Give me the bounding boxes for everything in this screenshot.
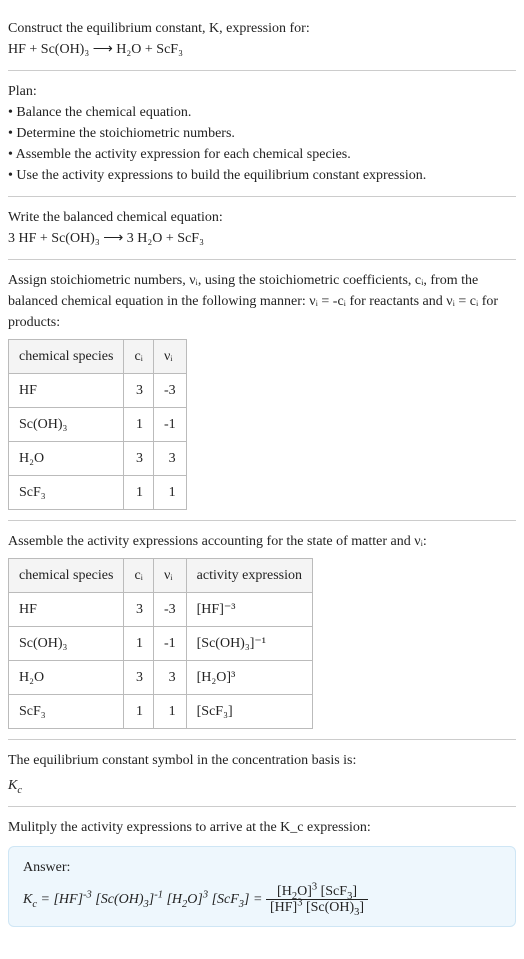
- table-row: H₂O 3 3 [H₂O]³: [9, 661, 313, 695]
- col-v: νᵢ: [153, 559, 186, 593]
- answer-expression: Kc = [HF]-3 [Sc(OH)3]-1 [H2O]3 [ScF3] = …: [23, 884, 501, 916]
- multiply-text: Mulitply the activity expressions to arr…: [8, 817, 516, 838]
- answer-label: Answer:: [23, 857, 501, 878]
- cell-v: 1: [153, 695, 186, 729]
- cell-activity-expression: [H₂O]³: [186, 661, 312, 695]
- multiply-section: Mulitply the activity expressions to arr…: [8, 807, 516, 937]
- plan-item: • Assemble the activity expression for e…: [8, 144, 516, 165]
- cell-c: 1: [124, 408, 154, 442]
- cell-v: 3: [153, 661, 186, 695]
- k-symbol-text: The equilibrium constant symbol in the c…: [8, 750, 516, 771]
- cell-c: 3: [124, 442, 154, 476]
- col-v: νᵢ: [153, 340, 186, 374]
- plan-item: • Determine the stoichiometric numbers.: [8, 123, 516, 144]
- cell-activity-expression: [Sc(OH)₃]⁻¹: [186, 627, 312, 661]
- plan-item: • Balance the chemical equation.: [8, 102, 516, 123]
- cell-v: -3: [153, 593, 186, 627]
- cell-v: -3: [153, 374, 186, 408]
- activity-table: chemical species cᵢ νᵢ activity expressi…: [8, 558, 313, 729]
- table-row: Sc(OH)₃ 1 -1 [Sc(OH)₃]⁻¹: [9, 627, 313, 661]
- answer-fraction: [H2O]3 [ScF3] [HF]3 [Sc(OH)3]: [266, 884, 368, 916]
- answer-left: Kc = [HF]-3 [Sc(OH)3]-1 [H2O]3 [ScF3] =: [23, 892, 266, 907]
- k-symbol-section: The equilibrium constant symbol in the c…: [8, 740, 516, 807]
- cell-species: ScF₃: [9, 476, 124, 510]
- cell-c: 1: [124, 627, 154, 661]
- table-row: HF 3 -3: [9, 374, 187, 408]
- intro-line1: Construct the equilibrium constant, K, e…: [8, 18, 516, 39]
- stoich-text: Assign stoichiometric numbers, νᵢ, using…: [8, 270, 516, 333]
- table-header-row: chemical species cᵢ νᵢ activity expressi…: [9, 559, 313, 593]
- balanced-section: Write the balanced chemical equation: 3 …: [8, 197, 516, 260]
- cell-species: H₂O: [9, 442, 124, 476]
- table-header-row: chemical species cᵢ νᵢ: [9, 340, 187, 374]
- col-species: chemical species: [9, 340, 124, 374]
- activity-section: Assemble the activity expressions accoun…: [8, 521, 516, 740]
- cell-c: 3: [124, 593, 154, 627]
- stoich-table: chemical species cᵢ νᵢ HF 3 -3 Sc(OH)₃ 1…: [8, 339, 187, 510]
- cell-species: HF: [9, 593, 124, 627]
- cell-activity-expression: [ScF₃]: [186, 695, 312, 729]
- cell-species: Sc(OH)₃: [9, 408, 124, 442]
- fraction-numerator: [H2O]3 [ScF3]: [266, 884, 368, 900]
- activity-text: Assemble the activity expressions accoun…: [8, 531, 516, 552]
- cell-species: ScF₃: [9, 695, 124, 729]
- cell-v: 1: [153, 476, 186, 510]
- cell-v: -1: [153, 627, 186, 661]
- table-row: ScF₃ 1 1: [9, 476, 187, 510]
- fraction-denominator: [HF]3 [Sc(OH)3]: [266, 900, 368, 915]
- table-row: H₂O 3 3: [9, 442, 187, 476]
- plan-heading: Plan:: [8, 81, 516, 102]
- cell-c: 1: [124, 476, 154, 510]
- cell-c: 1: [124, 695, 154, 729]
- intro-equation: HF + Sc(OH)₃ ⟶ H₂O + ScF₃: [8, 39, 516, 60]
- k-symbol: Kc: [8, 775, 516, 796]
- cell-species: H₂O: [9, 661, 124, 695]
- col-c: cᵢ: [124, 559, 154, 593]
- table-row: Sc(OH)₃ 1 -1: [9, 408, 187, 442]
- table-row: HF 3 -3 [HF]⁻³: [9, 593, 313, 627]
- balanced-equation: 3 HF + Sc(OH)₃ ⟶ 3 H₂O + ScF₃: [8, 228, 516, 249]
- cell-v: -1: [153, 408, 186, 442]
- cell-v: 3: [153, 442, 186, 476]
- cell-c: 3: [124, 374, 154, 408]
- plan-section: Plan: • Balance the chemical equation. •…: [8, 71, 516, 197]
- cell-species: Sc(OH)₃: [9, 627, 124, 661]
- cell-species: HF: [9, 374, 124, 408]
- col-c: cᵢ: [124, 340, 154, 374]
- table-row: ScF₃ 1 1 [ScF₃]: [9, 695, 313, 729]
- cell-activity-expression: [HF]⁻³: [186, 593, 312, 627]
- col-activity-expression: activity expression: [186, 559, 312, 593]
- plan-item: • Use the activity expressions to build …: [8, 165, 516, 186]
- answer-box: Answer: Kc = [HF]-3 [Sc(OH)3]-1 [H2O]3 […: [8, 846, 516, 927]
- stoichiometric-section: Assign stoichiometric numbers, νᵢ, using…: [8, 260, 516, 521]
- col-species: chemical species: [9, 559, 124, 593]
- cell-c: 3: [124, 661, 154, 695]
- balanced-line1: Write the balanced chemical equation:: [8, 207, 516, 228]
- intro-section: Construct the equilibrium constant, K, e…: [8, 8, 516, 71]
